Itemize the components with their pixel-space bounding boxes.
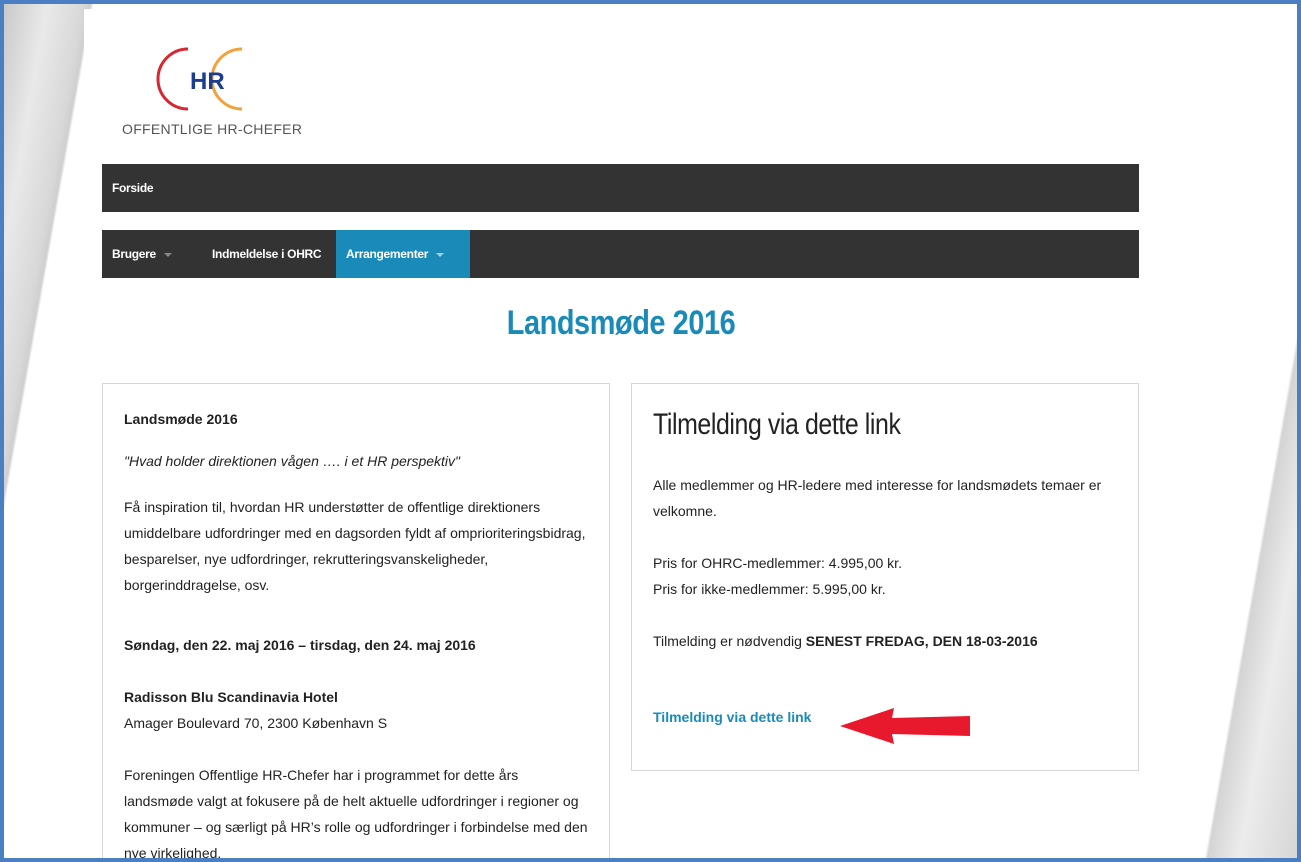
deadline-text: Tilmelding er nødvendig SENEST FREDAG, D…: [653, 628, 1088, 654]
main-navbar: Brugere Indmeldelse i OHRC Arrangementer: [102, 230, 1139, 278]
site-logo[interactable]: HR OFFENTLIGE HR-CHEFER: [122, 39, 332, 149]
nav-item-arrangementer[interactable]: Arrangementer: [336, 230, 470, 278]
page-title: Landsmøde 2016: [506, 304, 736, 342]
logo-mark-icon: HR: [156, 47, 243, 111]
event-heading: Landsmøde 2016: [124, 411, 238, 427]
chevron-down-icon: [436, 252, 445, 257]
nav-item-brugere[interactable]: Brugere: [102, 230, 182, 278]
nav-item-forside[interactable]: Forside: [102, 164, 163, 212]
registration-heading: Tilmelding via dette link: [653, 408, 901, 441]
red-arrow-icon: [840, 708, 970, 744]
nav-item-indmeldelse[interactable]: Indmeldelse i OHRC: [202, 230, 331, 278]
event-dates: Søndag, den 22. maj 2016 – tirsdag, den …: [124, 637, 476, 653]
event-info-panel: Landsmøde 2016 "Hvad holder direktionen …: [102, 383, 610, 861]
nav-item-label: Arrangementer: [346, 247, 429, 261]
event-intro: Få inspiration til, hvordan HR understøt…: [124, 499, 586, 593]
venue-name: Radisson Blu Scandinavia Hotel: [124, 689, 338, 705]
event-description: Foreningen Offentlige HR-Chefer har i pr…: [124, 767, 588, 861]
chevron-down-icon: [163, 252, 172, 257]
registration-panel: Tilmelding via dette link Alle medlemmer…: [631, 383, 1139, 771]
deadline-date: SENEST FREDAG, DEN 18-03-2016: [805, 633, 1038, 649]
logo-text: OFFENTLIGE HR-CHEFER: [122, 121, 303, 137]
price-members: Pris for OHRC-medlemmer: 4.995,00 kr.: [653, 555, 902, 571]
top-navbar: Forside: [102, 164, 1139, 212]
event-quote: "Hvad holder direktionen vågen …. i et H…: [124, 453, 460, 469]
page: HR OFFENTLIGE HR-CHEFER Forside Brugere …: [84, 9, 1158, 861]
venue-address: Amager Boulevard 70, 2300 København S: [124, 715, 388, 731]
nav-item-label: Indmeldelse i OHRC: [212, 247, 322, 261]
welcome-text: Alle medlemmer og HR-ledere med interess…: [653, 477, 1102, 519]
screenshot-frame: HR OFFENTLIGE HR-CHEFER Forside Brugere …: [0, 0, 1301, 862]
nav-item-label: Brugere: [112, 247, 156, 261]
deadline-prefix: Tilmelding er nødvendig: [653, 633, 806, 649]
registration-link[interactable]: Tilmelding via dette link: [653, 709, 811, 725]
price-nonmembers: Pris for ikke-medlemmer: 5.995,00 kr.: [653, 581, 886, 597]
logo-mark-text: HR: [190, 68, 225, 95]
